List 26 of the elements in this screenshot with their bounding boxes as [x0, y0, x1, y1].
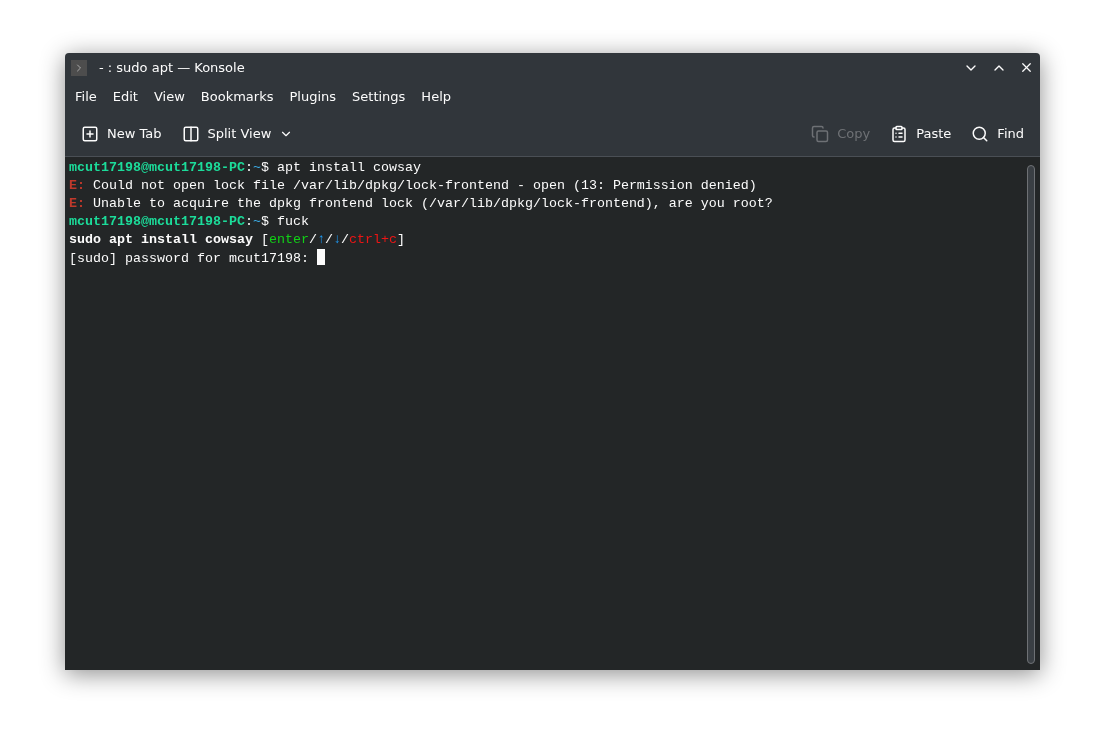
terminal-line: mcut17198@mcut17198-PC:~$ apt install cowsay	[69, 159, 421, 177]
menu-item[interactable]: Bookmarks	[192, 87, 282, 107]
terminal-line: E: Unable to acquire the dpkg frontend lock (/var/lib/dpkg/lock-frontend), are you root?	[69, 195, 773, 213]
terminal-line: mcut17198@mcut17198-PC:~$ fuck	[69, 213, 309, 231]
paste-button[interactable]: Paste	[882, 120, 960, 148]
terminal-line: [sudo] password for mcut17198:	[69, 249, 325, 268]
menu-item[interactable]: View	[145, 87, 193, 107]
menu-item[interactable]: Settings	[344, 87, 414, 107]
terminal-app-icon	[71, 59, 87, 76]
menu-item[interactable]: Help	[413, 87, 459, 107]
find-button[interactable]: Find	[963, 120, 1032, 148]
search-icon	[971, 125, 990, 143]
copy-icon	[811, 125, 830, 143]
menu-item[interactable]: Edit	[104, 87, 146, 107]
window-title: - : sudo apt — Konsole	[99, 58, 245, 77]
menu-item[interactable]: Plugins	[281, 87, 345, 107]
close-icon[interactable]	[1019, 60, 1034, 75]
clipboard-icon	[890, 125, 909, 143]
terminal-line: E: Could not open lock file /var/lib/dpkg/lock-frontend - open (13: Permission denied)	[69, 177, 757, 195]
new-tab-icon	[81, 125, 99, 143]
menu-item[interactable]: File	[67, 87, 105, 107]
split-view-icon	[181, 125, 200, 143]
split-button[interactable]: Split View	[173, 120, 302, 148]
newtab-button[interactable]: New Tab	[73, 120, 170, 148]
terminal-line: sudo apt install cowsay [enter/↑/↓/ctrl+c]	[69, 231, 405, 249]
scrollbar[interactable]	[1026, 165, 1035, 664]
